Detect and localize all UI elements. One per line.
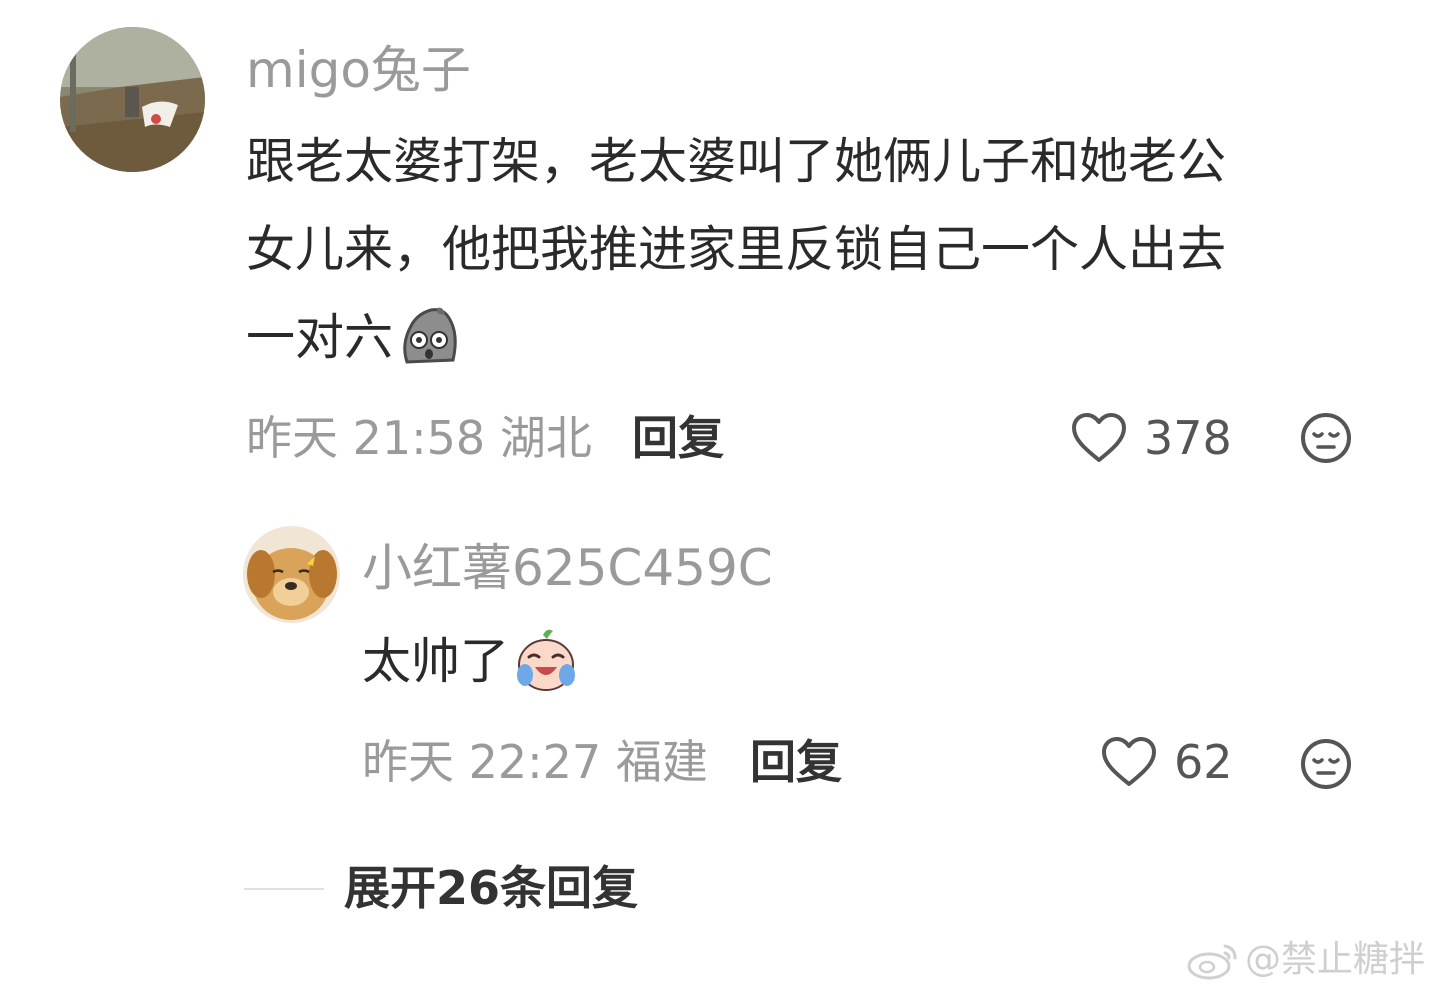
- avatar[interactable]: [60, 27, 205, 172]
- reply-time: 昨天 22:27: [362, 735, 602, 789]
- expand-replies-button[interactable]: 展开26条回复: [344, 860, 638, 916]
- avatar[interactable]: [243, 526, 340, 623]
- dislike-button[interactable]: [1300, 412, 1352, 464]
- reply-location: 福建: [615, 735, 708, 789]
- meh-face-icon: [1301, 739, 1351, 789]
- reply-text: 太帅了: [362, 618, 579, 706]
- rock-face-emoji: [397, 304, 461, 368]
- weibo-logo-icon: [1185, 940, 1241, 980]
- crying-laugh-emoji: [513, 627, 579, 693]
- heart-icon: [1100, 736, 1158, 788]
- comment-text: 跟老太婆打架，老太婆叫了她俩儿子和她老公 女儿来，他把我推进家里反锁自己一个人出…: [246, 118, 1396, 382]
- comment-text-line: 跟老太婆打架，老太婆叫了她俩儿子和她老公: [246, 133, 1227, 190]
- divider: [244, 888, 324, 890]
- comment-text-line-content: 一对六: [246, 309, 394, 366]
- reply-meta: 昨天 22:27 福建: [362, 734, 708, 790]
- dislike-button[interactable]: [1300, 738, 1352, 790]
- reply-username[interactable]: 小红薯625C459C: [362, 538, 773, 598]
- comment-text-line: 女儿来，他把我推进家里反锁自己一个人出去: [246, 221, 1227, 278]
- reply-button[interactable]: 回复: [750, 734, 842, 790]
- meh-face-icon: [1301, 413, 1351, 463]
- like-button[interactable]: 378: [1070, 408, 1232, 468]
- like-button[interactable]: 62: [1100, 732, 1233, 792]
- watermark: @禁止糖拌: [1185, 938, 1425, 982]
- reply-button[interactable]: 回复: [632, 410, 724, 466]
- comment-location: 湖北: [499, 411, 592, 465]
- comment-time: 昨天 21:58: [246, 411, 486, 465]
- reply-text-content: 太帅了: [362, 633, 510, 690]
- heart-icon: [1070, 412, 1128, 464]
- comment-text-line: 一对六: [246, 294, 1396, 382]
- like-count: 378: [1144, 411, 1232, 465]
- comment-meta: 昨天 21:58 湖北: [246, 410, 592, 466]
- like-count: 62: [1174, 735, 1233, 789]
- comment-username[interactable]: migo兔子: [246, 40, 471, 100]
- watermark-text: @禁止糖拌: [1245, 939, 1426, 980]
